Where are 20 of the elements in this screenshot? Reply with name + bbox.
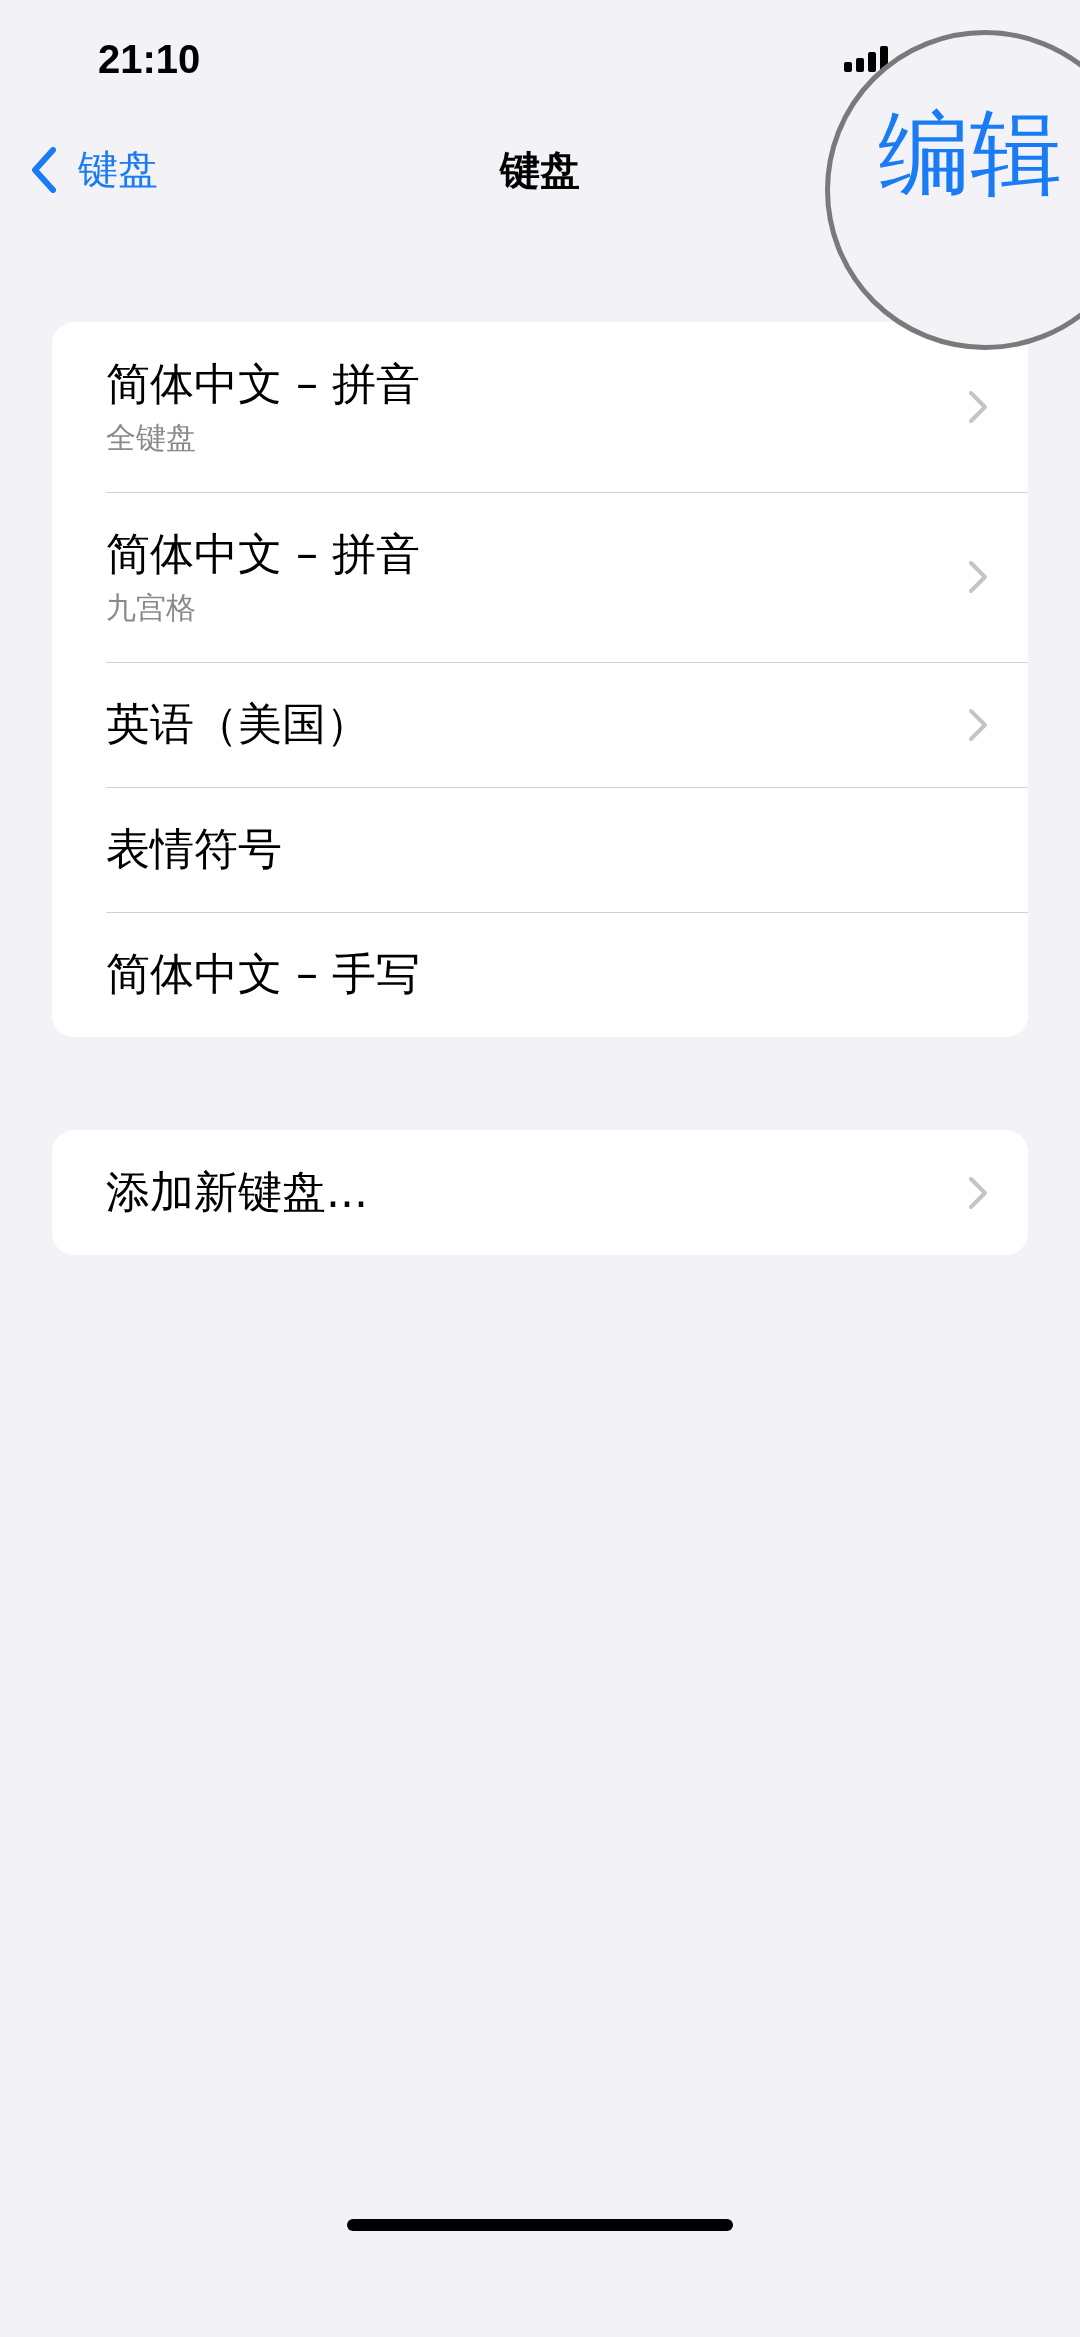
keyboard-list-row[interactable]: 英语（美国） <box>52 662 1028 787</box>
row-subtitle: 全键盘 <box>106 419 197 457</box>
row-title: 简体中文 – 拼音 <box>106 527 421 581</box>
row-title: 简体中文 – 手写 <box>106 947 421 1001</box>
keyboard-list-row[interactable]: 添加新键盘... <box>52 1130 1028 1255</box>
keyboard-list-row[interactable]: 表情符号 <box>52 787 1028 912</box>
keyboard-list-row[interactable]: 简体中文 – 拼音 九宫格 <box>52 492 1028 662</box>
chevron-left-icon <box>32 146 56 193</box>
edit-button[interactable]: 编辑 <box>878 103 1062 205</box>
back-button[interactable]: 键盘 <box>32 142 158 197</box>
row-title: 表情符号 <box>106 822 283 876</box>
signal-icon <box>844 46 888 74</box>
row-title: 简体中文 – 拼音 <box>106 357 421 411</box>
keyboard-list-row[interactable]: 简体中文 – 拼音 全键盘 <box>52 322 1028 492</box>
row-title: 添加新键盘... <box>106 1165 369 1219</box>
keyboard-list-row[interactable]: 简体中文 – 手写 <box>52 912 1028 1037</box>
page-title: 键盘 <box>500 145 580 195</box>
status-time: 21:10 <box>98 36 201 82</box>
row-subtitle: 九宫格 <box>106 589 197 627</box>
row-title: 英语（美国） <box>106 697 371 751</box>
